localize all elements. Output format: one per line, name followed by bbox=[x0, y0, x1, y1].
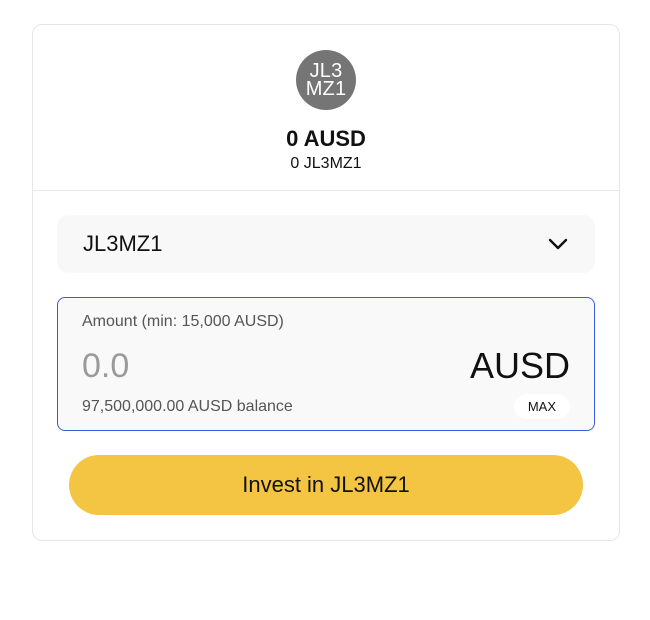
invest-form: JL3MZ1 Amount (min: 15,000 AUSD) AUSD 97… bbox=[33, 191, 619, 515]
amount-currency: AUSD bbox=[469, 345, 570, 386]
amount-input[interactable] bbox=[82, 346, 382, 386]
token-avatar: JL3MZ1 bbox=[296, 50, 356, 110]
token-select-dropdown[interactable]: JL3MZ1 bbox=[57, 215, 595, 273]
position-total-value: 0 AUSD bbox=[286, 126, 366, 151]
chevron-down-icon bbox=[548, 238, 568, 250]
invest-card: JL3MZ1 0 AUSD 0 JL3MZ1 JL3MZ1 Amount (mi… bbox=[32, 24, 620, 541]
position-summary: JL3MZ1 0 AUSD 0 JL3MZ1 bbox=[33, 25, 619, 191]
invest-button[interactable]: Invest in JL3MZ1 bbox=[69, 455, 583, 515]
amount-label: Amount (min: 15,000 AUSD) bbox=[82, 313, 284, 330]
amount-field: Amount (min: 15,000 AUSD) AUSD 97,500,00… bbox=[57, 297, 595, 431]
position-token-balance: 0 JL3MZ1 bbox=[290, 155, 362, 172]
max-button[interactable]: MAX bbox=[513, 394, 570, 419]
amount-row: AUSD bbox=[82, 344, 570, 388]
available-balance: 97,500,000.00 AUSD balance bbox=[82, 397, 293, 415]
balance-row: 97,500,000.00 AUSD balance MAX bbox=[82, 394, 570, 419]
token-avatar-text: JL3MZ1 bbox=[305, 60, 347, 100]
token-select-value: JL3MZ1 bbox=[83, 231, 163, 256]
